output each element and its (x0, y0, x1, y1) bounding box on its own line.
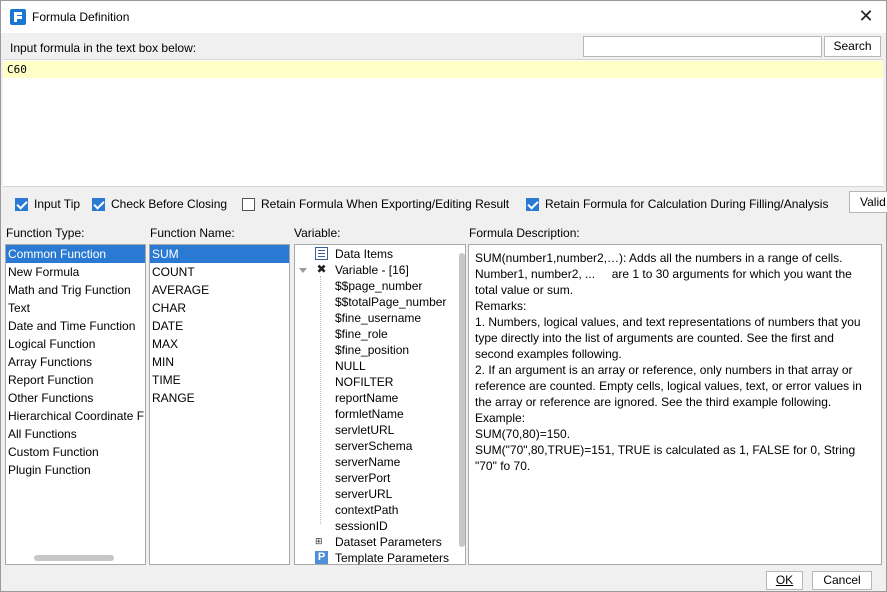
list-item[interactable]: Plugin Function (6, 461, 145, 479)
instruction-label: Input formula in the text box below: (10, 41, 197, 55)
list-item[interactable]: Text (6, 299, 145, 317)
tree-leaf[interactable]: formletName (335, 406, 404, 422)
close-icon[interactable]: ✕ (856, 6, 876, 26)
list-item[interactable]: Logical Function (6, 335, 145, 353)
tree-node-label: Data Items (335, 247, 394, 261)
tree-leaf[interactable]: serverPort (335, 470, 390, 486)
list-item[interactable]: Array Functions (6, 353, 145, 371)
function-name-header: Function Name: (150, 226, 235, 240)
list-item[interactable]: Other Functions (6, 389, 145, 407)
description-line: SUM(70,80)=150. (475, 427, 571, 441)
list-item[interactable]: Date and Time Function (6, 317, 145, 335)
tree-node-label: Template Parameters (335, 551, 450, 565)
list-item[interactable]: CHAR (150, 299, 289, 317)
tree-leaf[interactable]: serverName (335, 454, 400, 470)
list-item[interactable]: Math and Trig Function (6, 281, 145, 299)
description-line: Example: (475, 411, 526, 425)
check-before-closing-label: Check Before Closing (111, 197, 228, 211)
list-item[interactable]: RANGE (150, 389, 289, 407)
validate-button[interactable]: Valid (849, 191, 887, 213)
description-line: total value or sum. (475, 283, 574, 297)
retain-formula-exporting-option[interactable]: Retain Formula When Exporting/Editing Re… (242, 196, 509, 212)
template-parameters-icon: P (315, 551, 328, 564)
tree-leaf[interactable]: $fine_role (335, 326, 388, 342)
tree-leaf[interactable]: NOFILTER (335, 374, 393, 390)
ok-label: OK (775, 573, 794, 587)
tree-leaf[interactable]: NULL (335, 358, 366, 374)
list-item[interactable]: MIN (150, 353, 289, 371)
formula-description-panel: SUM(number1,number2,…): Adds all the num… (468, 244, 882, 565)
list-item[interactable]: TIME (150, 371, 289, 389)
list-item[interactable]: Custom Function (6, 443, 145, 461)
chevron-down-icon[interactable] (299, 268, 307, 273)
data-items-icon (315, 247, 328, 260)
cancel-label: Cancel (823, 573, 861, 587)
description-line: 1. Numbers, logical values, and text rep… (475, 315, 861, 329)
tree-guide-line (320, 276, 321, 524)
formula-description-header: Formula Description: (469, 226, 580, 240)
tree-leaf[interactable]: contextPath (335, 502, 398, 518)
current-line-highlight (3, 61, 883, 78)
formula-editor[interactable]: C60 (3, 59, 883, 187)
input-tip-option[interactable]: Input Tip (15, 196, 80, 212)
description-line: Number1, number2, ... are 1 to 30 argume… (475, 267, 852, 281)
cancel-button[interactable]: Cancel (812, 571, 872, 590)
title-bar: Formula Definition ✕ (1, 1, 886, 33)
tree-leaf[interactable]: $$totalPage_number (335, 294, 446, 310)
tree-leaf[interactable]: $fine_username (335, 310, 421, 326)
check-before-closing-option[interactable]: Check Before Closing (92, 196, 227, 212)
description-line: SUM(number1,number2,…): Adds all the num… (475, 251, 843, 265)
horizontal-scrollbar[interactable] (34, 555, 114, 561)
tree-node-label: Dataset Parameters (335, 535, 442, 549)
description-line: 2. If an argument is an array or referen… (475, 363, 853, 377)
tree-node-label: Variable - [16] (335, 263, 409, 277)
tree-leaf[interactable]: reportName (335, 390, 398, 406)
list-item[interactable]: Report Function (6, 371, 145, 389)
function-name-list[interactable]: SUM COUNT AVERAGE CHAR DATE MAX MIN TIME… (149, 244, 290, 565)
list-item[interactable]: All Functions (6, 425, 145, 443)
input-tip-checkbox[interactable] (15, 197, 28, 211)
search-input[interactable] (583, 36, 822, 57)
formula-text[interactable]: C60 (7, 63, 27, 76)
check-before-closing-checkbox[interactable] (92, 197, 105, 211)
formula-definition-dialog: Formula Definition ✕ Input formula in th… (0, 0, 887, 592)
function-type-list[interactable]: Common Function New Formula Math and Tri… (5, 244, 146, 565)
tree-leaf[interactable]: serverSchema (335, 438, 412, 454)
variable-header: Variable: (294, 226, 341, 240)
tree-leaf[interactable]: sessionID (335, 518, 388, 534)
description-line: SUM("70",80,TRUE)=151, TRUE is calculate… (475, 443, 856, 457)
description-line: Remarks: (475, 299, 527, 313)
retain-formula-exporting-label: Retain Formula When Exporting/Editing Re… (261, 197, 510, 211)
function-type-header: Function Type: (6, 226, 85, 240)
retain-formula-exporting-checkbox[interactable] (242, 197, 255, 211)
app-logo-icon (10, 9, 26, 25)
window-title: Formula Definition (32, 10, 130, 24)
list-item[interactable]: New Formula (6, 263, 145, 281)
description-line: reference are counted. Empty cells, logi… (475, 379, 862, 393)
list-item[interactable]: Hierarchical Coordinate F (6, 407, 145, 425)
description-line: the array or reference are ignored. See … (475, 395, 832, 409)
list-item[interactable]: COUNT (150, 263, 289, 281)
list-item[interactable]: SUM (150, 245, 289, 263)
tree-leaf[interactable]: $$page_number (335, 278, 422, 294)
tree-leaf[interactable]: $fine_position (335, 342, 409, 358)
vertical-scrollbar[interactable] (459, 253, 465, 547)
retain-formula-filling-option[interactable]: Retain Formula for Calculation During Fi… (526, 196, 828, 212)
list-item[interactable]: AVERAGE (150, 281, 289, 299)
list-item[interactable]: Common Function (6, 245, 145, 263)
variable-icon: ✖ (316, 262, 327, 276)
list-item[interactable]: DATE (150, 317, 289, 335)
dataset-parameters-icon: ⊞ (315, 536, 323, 546)
retain-formula-filling-checkbox[interactable] (526, 197, 539, 211)
retain-formula-filling-label: Retain Formula for Calculation During Fi… (545, 197, 829, 211)
tree-leaf[interactable]: servletURL (335, 422, 394, 438)
tree-leaf[interactable]: serverURL (335, 486, 392, 502)
search-button[interactable]: Search (824, 36, 881, 57)
description-line: second examples following. (475, 347, 622, 361)
input-tip-label: Input Tip (34, 197, 81, 211)
list-item[interactable]: MAX (150, 335, 289, 353)
description-line: "70" fo 70. (475, 459, 531, 473)
ok-button[interactable]: OK (766, 571, 803, 590)
description-line: type directly into the list of arguments… (475, 331, 834, 345)
